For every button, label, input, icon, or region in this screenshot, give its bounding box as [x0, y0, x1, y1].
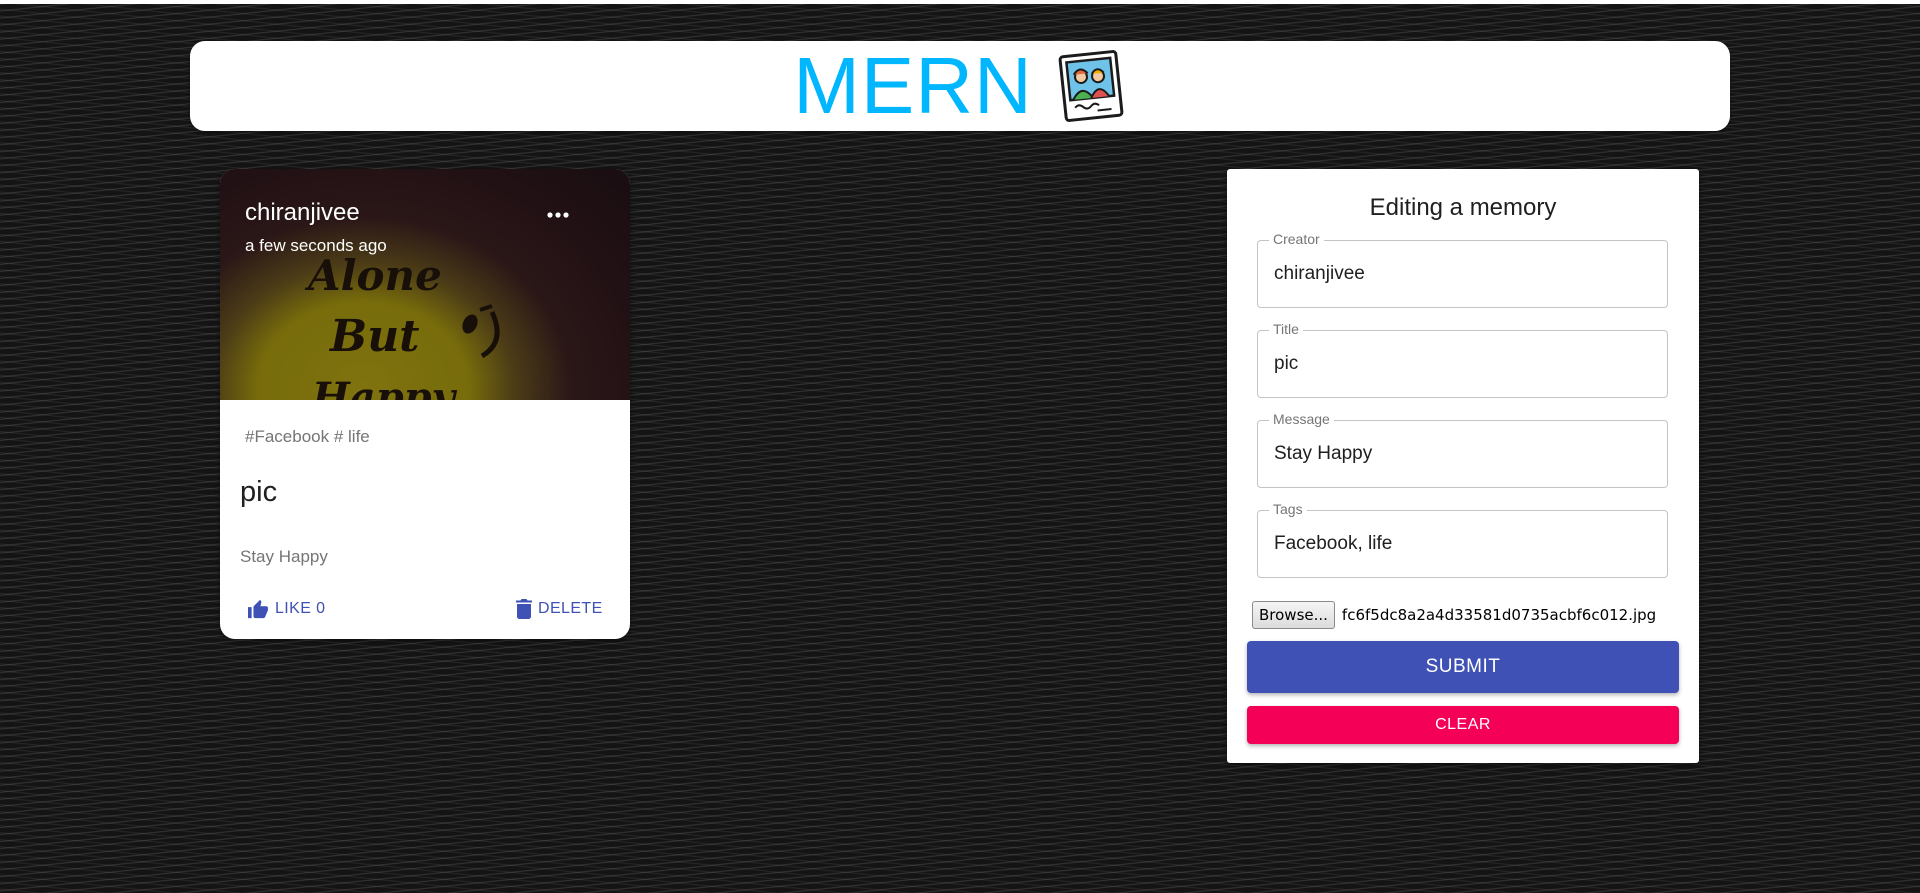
post-creator: chiranjivee	[245, 199, 360, 226]
memory-image: Alone But Happy chiranjivee a few second…	[220, 169, 630, 400]
post-title: pic	[240, 476, 278, 508]
browse-button[interactable]: Browse...	[1252, 601, 1335, 629]
file-input: Browse... fc6f5dc8a2a4d33581d0735acbf6c0…	[1252, 601, 1656, 629]
delete-button[interactable]: DELETE	[516, 594, 603, 624]
trash-icon	[516, 599, 532, 619]
post-message: Stay Happy	[240, 547, 328, 566]
more-options-button[interactable]	[540, 203, 576, 227]
tags-field[interactable]: Tags Facebook, life	[1257, 501, 1668, 578]
thumb-up-icon	[248, 599, 268, 619]
creator-label: Creator	[1269, 231, 1324, 247]
creator-value: chiranjivee	[1274, 263, 1365, 284]
like-button[interactable]: LIKE 0	[247, 594, 325, 624]
tags-value: Facebook, life	[1274, 533, 1393, 554]
message-label: Message	[1269, 411, 1334, 427]
more-horiz-icon	[547, 212, 569, 218]
form-heading: Editing a memory	[1369, 194, 1557, 221]
clear-button[interactable]: CLEAR	[1247, 706, 1679, 744]
memories-photo-icon	[1055, 48, 1127, 124]
message-field[interactable]: Message Stay Happy	[1257, 411, 1668, 488]
tags-label: Tags	[1269, 501, 1307, 517]
post-time: a few seconds ago	[245, 236, 387, 255]
top-strip	[0, 0, 1920, 4]
brand-title: MERN	[793, 41, 1033, 130]
selected-file-name: fc6f5dc8a2a4d33581d0735acbf6c012.jpg	[1341, 606, 1657, 624]
message-value: Stay Happy	[1274, 443, 1373, 464]
title-label: Title	[1269, 321, 1303, 337]
delete-label: DELETE	[538, 600, 603, 617]
app-bar: MERN	[190, 41, 1730, 131]
memory-form: Editing a memory Creator chiranjivee Tit…	[1227, 169, 1699, 763]
submit-button[interactable]: SUBMIT	[1247, 641, 1679, 693]
creator-field[interactable]: Creator chiranjivee	[1257, 231, 1668, 308]
title-field[interactable]: Title pic	[1257, 321, 1668, 398]
like-label: LIKE 0	[275, 600, 326, 617]
title-value: pic	[1274, 353, 1299, 374]
memory-card: Alone But Happy chiranjivee a few second…	[220, 169, 630, 639]
post-tags: #Facebook # life	[245, 427, 370, 446]
